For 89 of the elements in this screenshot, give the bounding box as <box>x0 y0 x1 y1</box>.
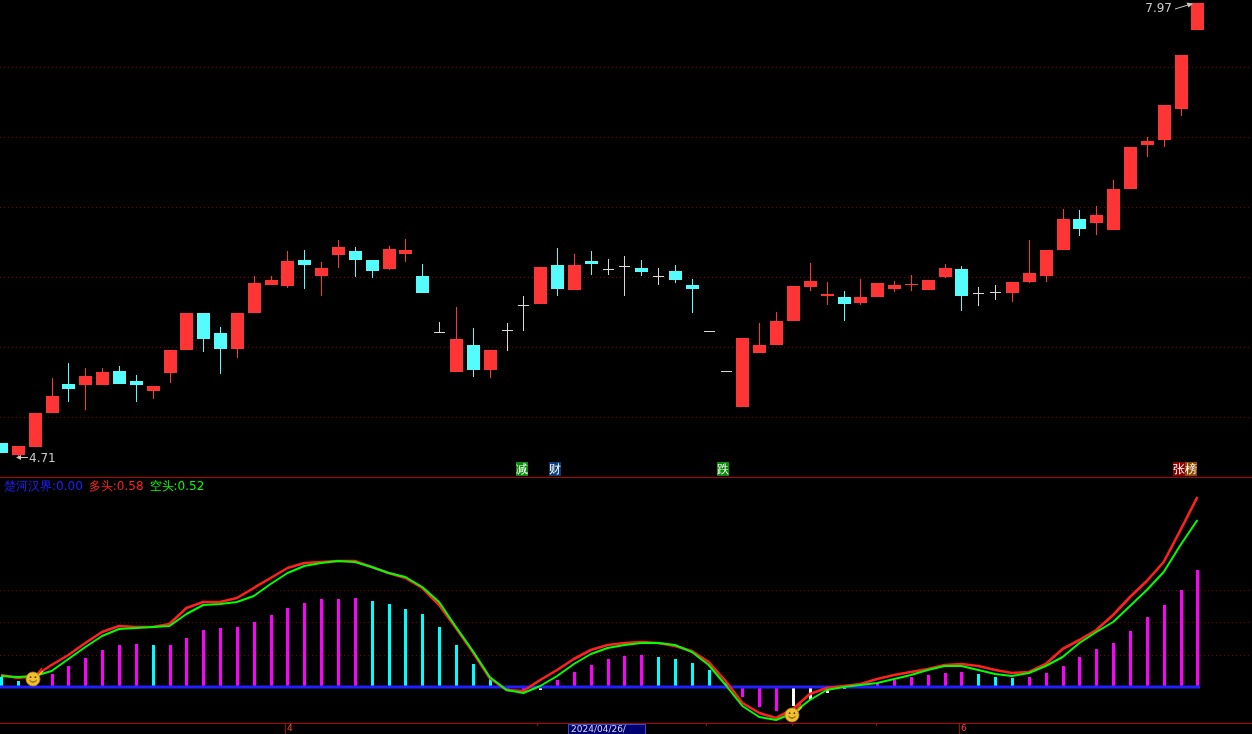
candlestick <box>79 367 92 411</box>
candlestick <box>736 338 749 407</box>
candlestick <box>534 267 547 304</box>
candlestick <box>416 263 429 294</box>
signal-marker: 减 <box>516 462 528 476</box>
candlestick <box>888 280 901 293</box>
candlestick <box>939 263 952 279</box>
candlestick <box>1191 3 1204 30</box>
candlestick <box>164 349 177 384</box>
candlestick <box>1107 179 1120 231</box>
candlestick <box>1023 239 1036 284</box>
candlestick <box>770 311 783 346</box>
candlestick <box>231 312 244 359</box>
candlestick <box>804 262 817 292</box>
candlestick <box>787 286 800 321</box>
candlestick <box>0 443 8 453</box>
signal-marker: 榜 <box>1185 462 1197 476</box>
candlestick <box>1006 281 1019 303</box>
candlestick <box>29 413 42 447</box>
candlestick <box>1141 136 1154 158</box>
candlestick <box>669 264 682 284</box>
leader-arrow <box>16 455 29 460</box>
price-label: 4.71 <box>29 451 56 465</box>
candlestick <box>315 261 328 297</box>
candlestick <box>96 367 109 386</box>
candlestick <box>12 445 25 458</box>
signal-marker: 财 <box>549 462 561 476</box>
candlestick <box>332 239 345 269</box>
candlestick <box>973 286 984 307</box>
candlestick <box>635 259 648 277</box>
candlestick <box>214 326 227 375</box>
candlestick <box>585 250 598 276</box>
candlestick <box>721 371 732 372</box>
smiley-icon <box>25 667 44 687</box>
candlestick <box>484 349 497 379</box>
smiley-icon <box>784 703 803 723</box>
candlestick <box>955 265 968 312</box>
candlestick <box>366 259 379 279</box>
candlestick <box>502 322 513 352</box>
candlestick <box>265 275 278 286</box>
candlestick <box>450 306 463 373</box>
candlestick <box>180 313 193 350</box>
candlestick <box>383 245 396 271</box>
candlestick <box>821 281 834 306</box>
month-label: 6 <box>961 724 967 733</box>
candlestick <box>281 250 294 289</box>
candlestick <box>518 295 529 332</box>
candlestick <box>467 327 480 378</box>
candlestick <box>1175 54 1188 117</box>
candlestick <box>568 253 581 291</box>
candlestick <box>130 374 143 403</box>
cursor-date-label: 2024/04/26/ <box>568 724 646 734</box>
signal-marker: 张 <box>1173 462 1185 476</box>
candlestick <box>1124 147 1137 189</box>
candlestick <box>248 275 261 314</box>
candlestick <box>603 258 614 276</box>
candlestick <box>1090 205 1103 236</box>
indicator-legend-value: 空头:0.52 <box>149 479 205 493</box>
candlestick <box>62 362 75 403</box>
candlestick <box>551 247 564 297</box>
candlestick <box>854 278 867 306</box>
indicator-legend-value: 多头:0.58 <box>88 479 144 493</box>
candlestick <box>46 377 59 414</box>
candlestick <box>704 331 715 332</box>
candlestick <box>434 321 445 334</box>
candlestick <box>298 249 311 290</box>
candlestick <box>922 280 935 290</box>
candlestick <box>838 290 851 322</box>
candlestick <box>147 385 160 400</box>
candlestick <box>197 312 210 353</box>
candlestick <box>399 238 412 263</box>
candlestick <box>1040 249 1053 283</box>
candlestick <box>1158 104 1171 148</box>
price-label: 7.97 <box>1145 1 1172 15</box>
candlestick <box>871 283 884 297</box>
candlestick <box>686 278 699 314</box>
candlestick <box>113 365 126 385</box>
leader-arrow <box>1174 2 1193 10</box>
candlestick <box>990 284 1001 301</box>
candlestick <box>653 267 664 286</box>
candlestick <box>619 255 630 297</box>
signal-marker: 跌 <box>717 462 729 476</box>
candlestick <box>349 246 362 278</box>
candlestick <box>1073 209 1086 237</box>
candlestick <box>1057 208 1070 251</box>
candlestick <box>905 274 918 292</box>
candlestick <box>753 322 766 354</box>
month-label: 4 <box>287 724 293 733</box>
indicator-legend-value: 楚河汉界:0.00 <box>4 479 83 493</box>
